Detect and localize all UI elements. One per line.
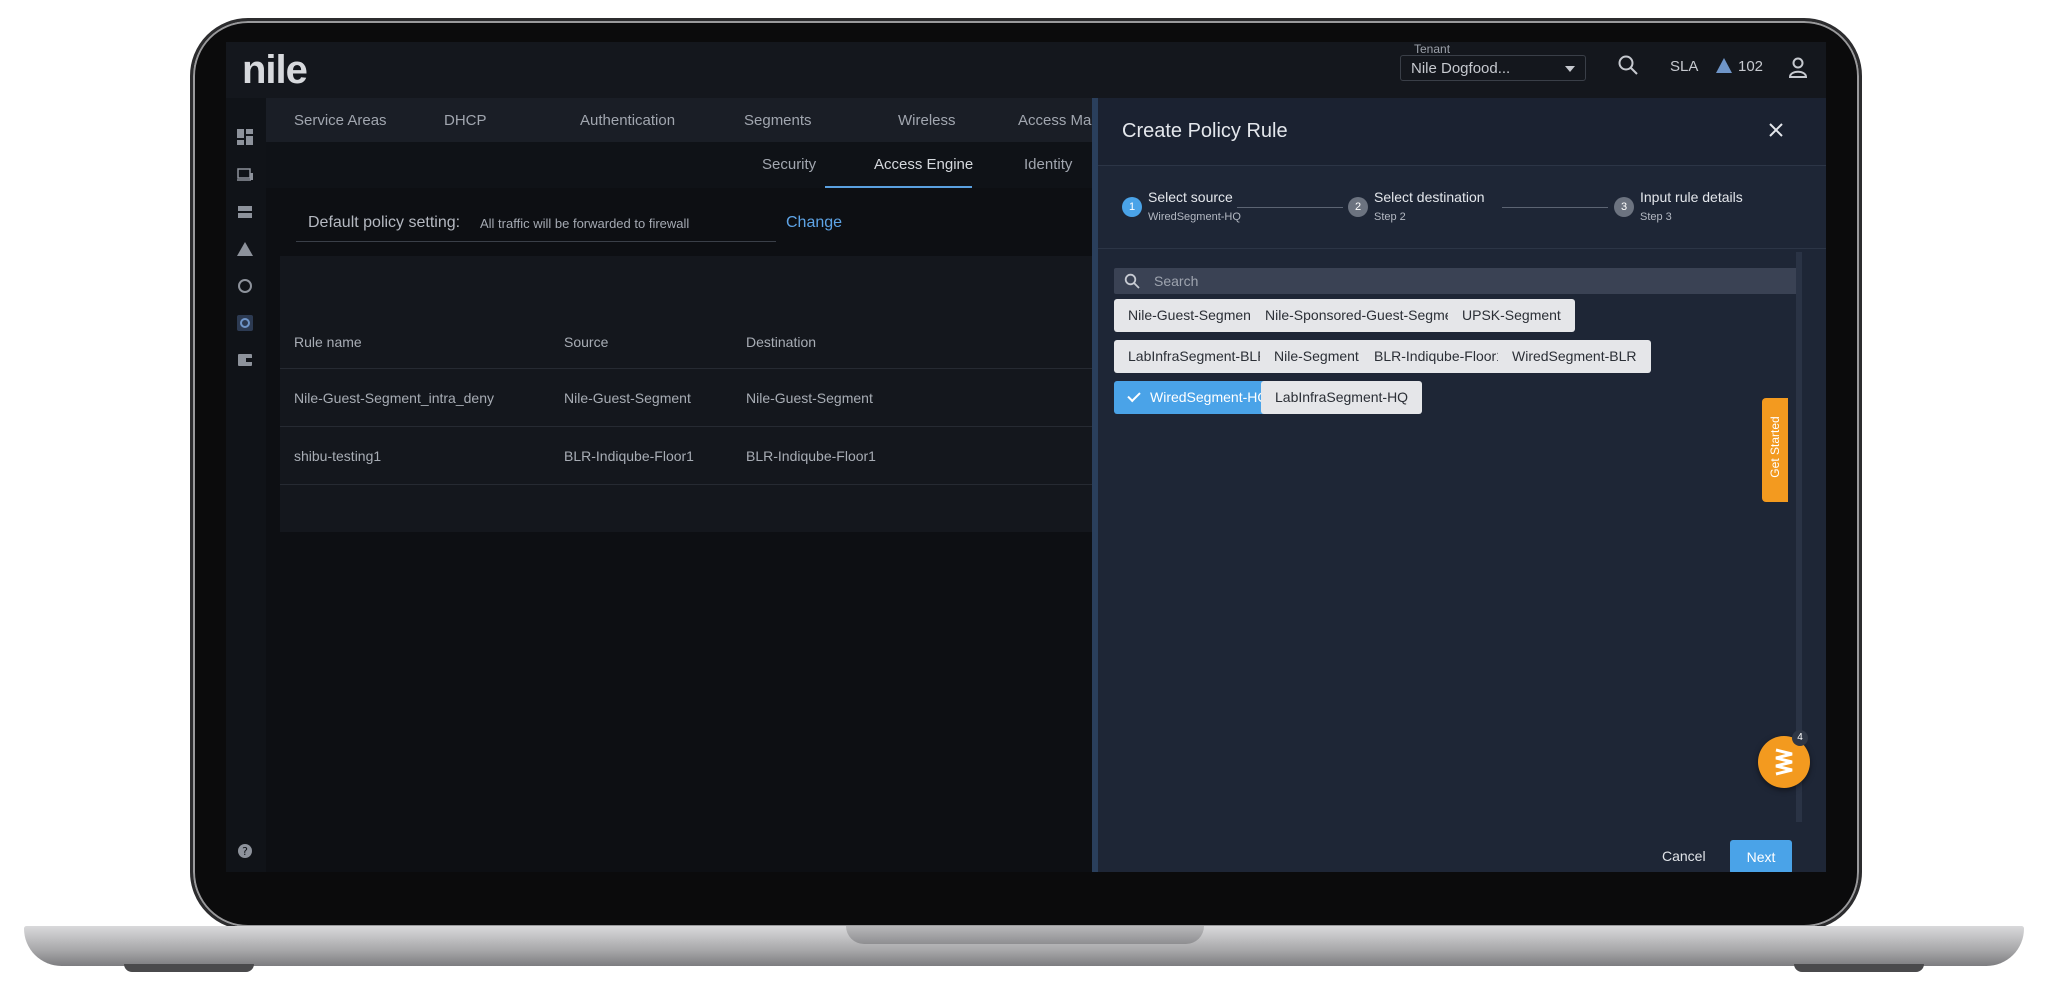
get-started-label: Get Started — [1768, 416, 1782, 478]
subtab-security[interactable]: Security — [762, 156, 816, 173]
col-header-rule-name[interactable]: Rule name — [294, 334, 362, 350]
help-icon[interactable]: ? — [236, 842, 254, 860]
app-screen: nile Tenant Nile Dogfood... SLA 102 ? Se… — [226, 42, 1826, 872]
assistant-notification-badge: 4 — [1792, 730, 1808, 746]
default-policy-setting: Default policy setting: All traffic will… — [296, 202, 842, 242]
segment-chip-nile-sponsored-guest-segment[interactable]: Nile-Sponsored-Guest-Segment — [1251, 299, 1479, 332]
step-3-indicator[interactable]: 3 — [1614, 197, 1634, 217]
create-policy-rule-drawer: Create Policy Rule 1 Select source Wired… — [1092, 98, 1826, 872]
user-icon[interactable] — [1788, 56, 1808, 78]
step-1-subtitle: WiredSegment-HQ — [1148, 211, 1241, 223]
col-header-destination[interactable]: Destination — [746, 334, 816, 350]
cancel-button[interactable]: Cancel — [1662, 848, 1706, 864]
cell-destination: BLR-Indiqube-Floor1 — [746, 448, 876, 464]
step-2-indicator[interactable]: 2 — [1348, 197, 1368, 217]
next-button[interactable]: Next — [1730, 840, 1792, 872]
segment-chip-wiredsegment-blr[interactable]: WiredSegment-BLR — [1498, 340, 1651, 373]
devices-icon[interactable] — [236, 166, 254, 184]
left-nav: ? — [226, 98, 266, 872]
tab-dhcp[interactable]: DHCP — [444, 112, 487, 129]
subtab-access-engine[interactable]: Access Engine — [874, 156, 973, 173]
segment-chip-blr-indiqube-floor1[interactable]: BLR-Indiqube-Floor1 — [1360, 340, 1518, 373]
policy-change-link[interactable]: Change — [786, 214, 842, 232]
subtab-identity[interactable]: Identity — [1024, 156, 1072, 173]
search-icon — [1124, 273, 1140, 289]
laptop-foot-right — [1794, 964, 1924, 972]
tenant-value: Nile Dogfood... — [1411, 60, 1511, 77]
policy-value: All traffic will be forwarded to firewal… — [480, 216, 690, 231]
step-1-title: Select source — [1148, 189, 1233, 205]
segment-chip-labinfrasegment-hq[interactable]: LabInfraSegment-HQ — [1261, 381, 1423, 414]
step-connector — [1502, 207, 1608, 208]
alert-count[interactable]: 102 — [1738, 58, 1763, 75]
cell-rule-name: shibu-testing1 — [294, 448, 382, 464]
laptop-foot-left — [124, 964, 254, 972]
step-2-subtitle: Step 2 — [1374, 211, 1406, 223]
get-started-tab[interactable]: Get Started — [1762, 398, 1788, 502]
nile-logo[interactable]: nile — [242, 48, 308, 93]
segment-chip-label: WiredSegment-HQ — [1150, 389, 1269, 405]
segment-search-input[interactable] — [1154, 268, 1754, 294]
tenant-select[interactable]: Nile Dogfood... — [1400, 55, 1586, 81]
chevron-down-icon — [1565, 66, 1575, 72]
step-connector — [1237, 207, 1343, 208]
cell-source: Nile-Guest-Segment — [564, 390, 691, 406]
segment-search — [1114, 268, 1802, 294]
step-3-subtitle: Step 3 — [1640, 211, 1672, 223]
tab-access-management[interactable]: Access Man — [1018, 112, 1100, 129]
close-icon[interactable] — [1764, 118, 1788, 142]
sla-link[interactable]: SLA — [1670, 58, 1698, 75]
server-icon[interactable] — [236, 203, 254, 221]
search-icon[interactable] — [1617, 54, 1639, 76]
active-subtab-indicator — [825, 186, 972, 188]
wallet-icon[interactable] — [236, 351, 254, 369]
segment-chip-labinfrasegment-blr[interactable]: LabInfraSegment-BLR — [1114, 340, 1282, 373]
tab-service-areas[interactable]: Service Areas — [294, 112, 387, 129]
dashboard-icon[interactable] — [236, 128, 254, 146]
refresh-icon[interactable] — [236, 277, 254, 295]
tenant-label: Tenant — [1414, 42, 1451, 56]
top-bar: nile Tenant Nile Dogfood... SLA 102 — [226, 42, 1826, 98]
cell-destination: Nile-Guest-Segment — [746, 390, 873, 406]
tab-segments[interactable]: Segments — [744, 112, 812, 129]
segment-chip-upsk-segment[interactable]: UPSK-Segment — [1448, 299, 1575, 332]
settings-gear-icon[interactable] — [236, 314, 254, 332]
step-3-title: Input rule details — [1640, 189, 1743, 205]
segment-chip-nile-segment[interactable]: Nile-Segment — [1260, 340, 1373, 373]
drawer-title: Create Policy Rule — [1122, 120, 1288, 142]
step-2-title: Select destination — [1374, 189, 1485, 205]
segment-chip-nile-guest-segment[interactable]: Nile-Guest-Segment — [1114, 299, 1269, 332]
warning-icon[interactable] — [236, 240, 254, 258]
cell-source: BLR-Indiqube-Floor1 — [564, 448, 694, 464]
drawer-header: Create Policy Rule — [1098, 98, 1826, 166]
tab-authentication[interactable]: Authentication — [580, 112, 675, 129]
segment-chip-wiredsegment-hq[interactable]: WiredSegment-HQ — [1114, 381, 1283, 414]
cell-rule-name: Nile-Guest-Segment_intra_deny — [294, 390, 494, 406]
svg-text:?: ? — [242, 845, 248, 858]
alert-icon[interactable] — [1716, 58, 1732, 73]
stepper: 1 Select source WiredSegment-HQ 2 Select… — [1098, 167, 1826, 249]
checkmark-icon — [1127, 388, 1141, 403]
col-header-source[interactable]: Source — [564, 334, 608, 350]
tab-wireless[interactable]: Wireless — [898, 112, 956, 129]
policy-label: Default policy setting: — [308, 214, 461, 231]
laptop-notch — [846, 926, 1204, 944]
step-1-indicator[interactable]: 1 — [1122, 197, 1142, 217]
